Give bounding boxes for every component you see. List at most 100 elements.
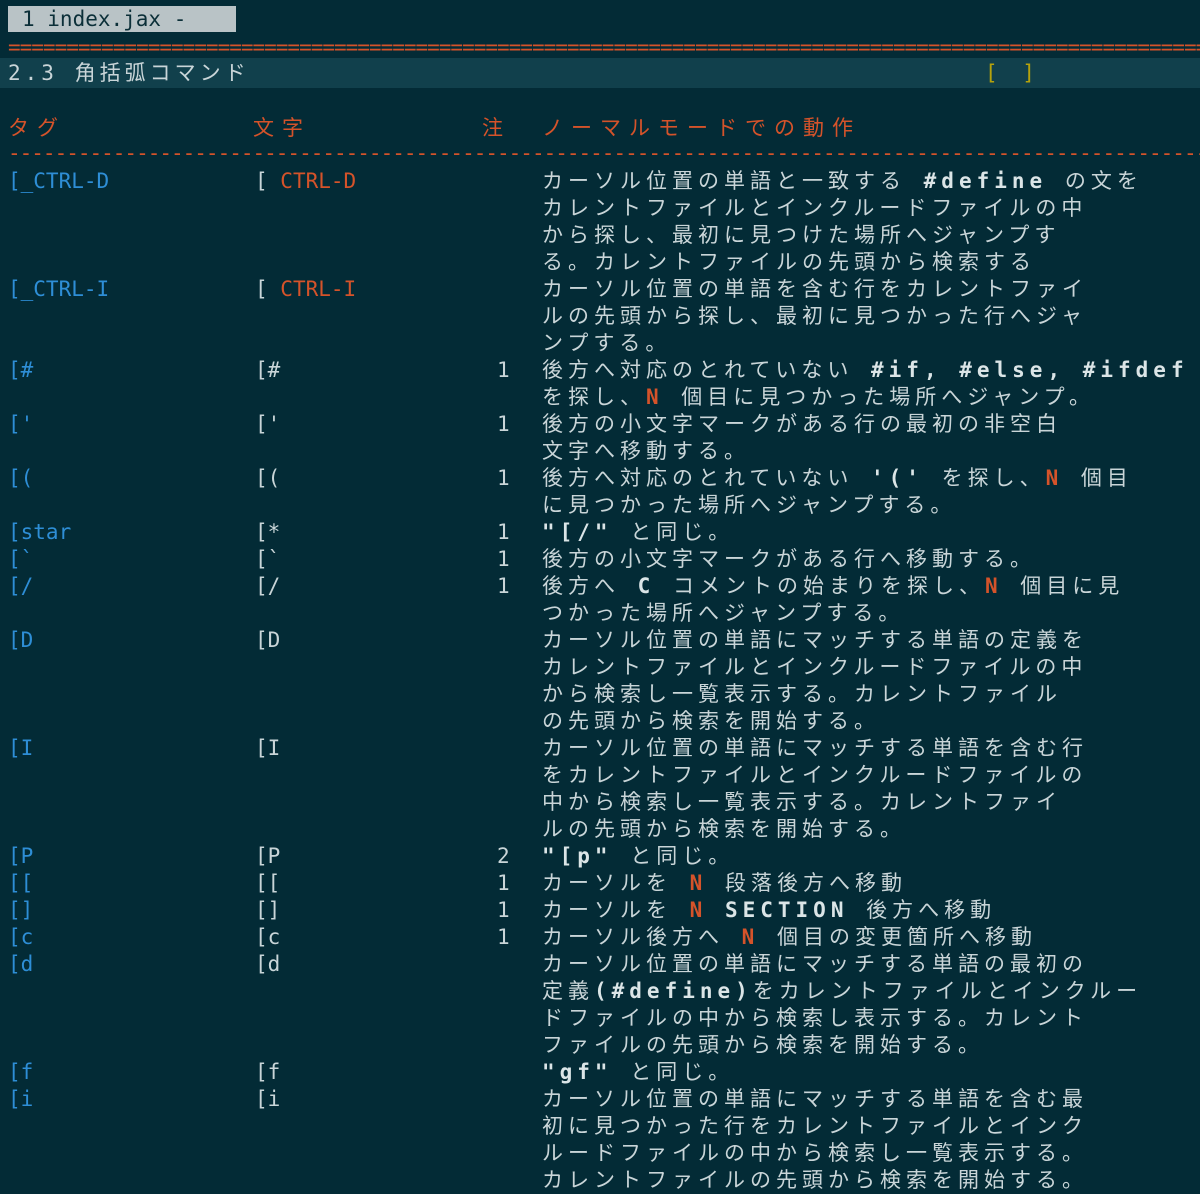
action-description-line: カーソル位置の単語にマッチする単語を含む最 bbox=[542, 1086, 1200, 1113]
tabline: 1 index.jax - bbox=[0, 0, 1200, 36]
action-description-line: をカレントファイルとインクルードファイルの bbox=[542, 762, 1200, 789]
description-text: カーソル位置の単語と一致する bbox=[542, 169, 924, 193]
help-tag-link[interactable]: [# bbox=[8, 357, 33, 384]
tab-index-jax[interactable]: 1 index.jax - bbox=[8, 6, 236, 32]
action-description-line: カーソル位置の単語にマッチする単語の最初の bbox=[542, 951, 1200, 978]
help-tag-link[interactable]: [] bbox=[8, 897, 33, 924]
description-text: 後方へ移動 bbox=[848, 898, 997, 922]
description-text: #define bbox=[923, 169, 1048, 193]
action-description-line: 定義(#define)をカレントファイルとインクルー bbox=[542, 978, 1200, 1005]
description-text: カーソルを bbox=[542, 898, 690, 922]
action-description-line: 後方へ C コメントの始まりを探し、N 個目に見 bbox=[542, 573, 1200, 600]
command-chars: [[ bbox=[255, 870, 280, 897]
section-title: 2.3 角括弧コマンド bbox=[8, 61, 250, 85]
help-tag-link[interactable]: [( bbox=[8, 465, 33, 492]
command-chars-prefix: [ bbox=[255, 277, 281, 301]
description-text: を探し、 bbox=[542, 385, 646, 409]
command-chars: [` bbox=[255, 546, 280, 573]
help-tag-link[interactable]: [c bbox=[8, 924, 33, 951]
description-text: 個目 bbox=[1063, 466, 1133, 490]
help-tag-link[interactable]: [d bbox=[8, 951, 33, 978]
help-tag-link[interactable]: [I bbox=[8, 735, 33, 762]
description-text: ルードファイルの中から検索し一覧表示する。 bbox=[542, 1141, 1088, 1165]
command-chars-prefix: [/ bbox=[255, 574, 281, 598]
command-chars-prefix: [# bbox=[255, 358, 281, 382]
help-tag-link[interactable]: [P bbox=[8, 843, 33, 870]
note-number: 1 bbox=[497, 925, 510, 949]
description-text: 段落後方へ移動 bbox=[707, 871, 907, 895]
action-description-line: から探し、最初に見つけた場所へジャンプす bbox=[542, 222, 1200, 249]
description-text: をカレントファイルとインクルードファイルの bbox=[542, 763, 1088, 787]
command-chars-prefix: [` bbox=[255, 547, 281, 571]
command-chars-prefix: [i bbox=[255, 1087, 281, 1111]
command-chars: [# bbox=[255, 357, 280, 384]
command-chars: [c bbox=[255, 924, 280, 951]
action-description-line: カーソルを N 段落後方へ移動 bbox=[542, 870, 1200, 897]
description-text: 定義 bbox=[542, 979, 594, 1003]
command-chars: [i bbox=[255, 1086, 280, 1113]
description-text: 後方の小文字マークがある行の最初の非空白 bbox=[542, 412, 1062, 436]
column-header-char: 文字 bbox=[253, 116, 311, 140]
description-text: カレントファイルの先頭から検索を開始する。 bbox=[542, 1168, 1088, 1192]
action-description-line: ファイルの先頭から検索を開始する。 bbox=[542, 1032, 1200, 1059]
command-chars-prefix: [ bbox=[255, 169, 281, 193]
help-tag-link[interactable]: [i bbox=[8, 1086, 33, 1113]
command-chars: [] bbox=[255, 897, 280, 924]
count-placeholder: N bbox=[984, 574, 1003, 598]
command-chars-prefix: [* bbox=[255, 520, 281, 544]
description-text: ドファイルの中から検索し表示する。カレント bbox=[542, 1006, 1088, 1030]
command-chars-prefix: [I bbox=[255, 736, 281, 760]
action-description-line: ンプする。 bbox=[542, 330, 1200, 357]
command-chars: [d bbox=[255, 951, 280, 978]
command-chars-prefix: [D bbox=[255, 628, 281, 652]
count-placeholder: N bbox=[1045, 466, 1064, 490]
help-tag-link[interactable]: [/ bbox=[8, 573, 33, 600]
help-tag-link[interactable]: [_CTRL-I bbox=[8, 276, 109, 303]
command-chars: [/ bbox=[255, 573, 280, 600]
description-text: から探し、最初に見つけた場所へジャンプす bbox=[542, 223, 1061, 247]
column-header-note: 注 bbox=[482, 116, 511, 140]
description-text: と同じ。 bbox=[612, 1060, 735, 1084]
command-chars-prefix: [[ bbox=[255, 871, 281, 895]
description-text: 後方へ対応のとれていない bbox=[542, 466, 872, 490]
description-text: '(' bbox=[871, 466, 924, 490]
description-text: コメントの始まりを探し、 bbox=[655, 574, 985, 598]
action-description-line: カレントファイルの先頭から検索を開始する。 bbox=[542, 1167, 1200, 1194]
action-description-line: カレントファイルとインクルードファイルの中 bbox=[542, 654, 1200, 681]
note-number: 1 bbox=[497, 358, 510, 382]
description-text: 後方へ対応のとれていない bbox=[542, 358, 872, 382]
action-description-line: ルの先頭から検索を開始する。 bbox=[542, 816, 1200, 843]
action-description-line: 後方へ対応のとれていない '(' を探し、N 個目 bbox=[542, 465, 1200, 492]
column-header-tag: タグ bbox=[8, 116, 66, 140]
command-chars: [* bbox=[255, 519, 280, 546]
help-tag-link[interactable]: [' bbox=[8, 411, 33, 438]
command-chars-prefix: [f bbox=[255, 1060, 281, 1084]
help-tag-link[interactable]: [` bbox=[8, 546, 33, 573]
description-text: (#define) bbox=[594, 979, 753, 1003]
action-description-line: カーソル後方へ N 個目の変更箇所へ移動 bbox=[542, 924, 1200, 951]
description-text: カーソル位置の単語にマッチする単語を含む最 bbox=[542, 1087, 1088, 1111]
description-text: を探し、 bbox=[923, 466, 1046, 490]
description-text: ルの先頭から検索を開始する。 bbox=[542, 817, 906, 841]
help-tag-link[interactable]: [D bbox=[8, 627, 33, 654]
count-placeholder: N bbox=[646, 385, 664, 409]
help-tag-link[interactable]: [f bbox=[8, 1059, 33, 1086]
action-description-line: カーソル位置の単語を含む行をカレントファイ bbox=[542, 276, 1200, 303]
section-help-tag[interactable]: [ ] bbox=[985, 58, 1041, 88]
description-text: "[/" bbox=[542, 520, 613, 544]
action-description-line: 文字へ移動する。 bbox=[542, 438, 1200, 465]
command-chars: [f bbox=[255, 1059, 280, 1086]
note-number: 1 bbox=[497, 574, 510, 598]
help-tag-link[interactable]: [[ bbox=[8, 870, 33, 897]
action-description-line: 後方へ対応のとれていない #if, #else, #ifdef bbox=[542, 357, 1200, 384]
command-chars: [I bbox=[255, 735, 280, 762]
description-text: の先頭から検索を開始する。 bbox=[542, 709, 880, 733]
description-text: の文を bbox=[1047, 169, 1143, 193]
command-chars: [' bbox=[255, 411, 280, 438]
command-chars-prefix: [( bbox=[255, 466, 281, 490]
count-placeholder: N bbox=[741, 925, 760, 949]
help-tag-link[interactable]: [_CTRL-D bbox=[8, 168, 109, 195]
help-tag-link[interactable]: [star bbox=[8, 519, 71, 546]
note-number: 1 bbox=[497, 871, 510, 895]
description-text: 後方の小文字マークがある行へ移動する。 bbox=[542, 547, 1036, 571]
